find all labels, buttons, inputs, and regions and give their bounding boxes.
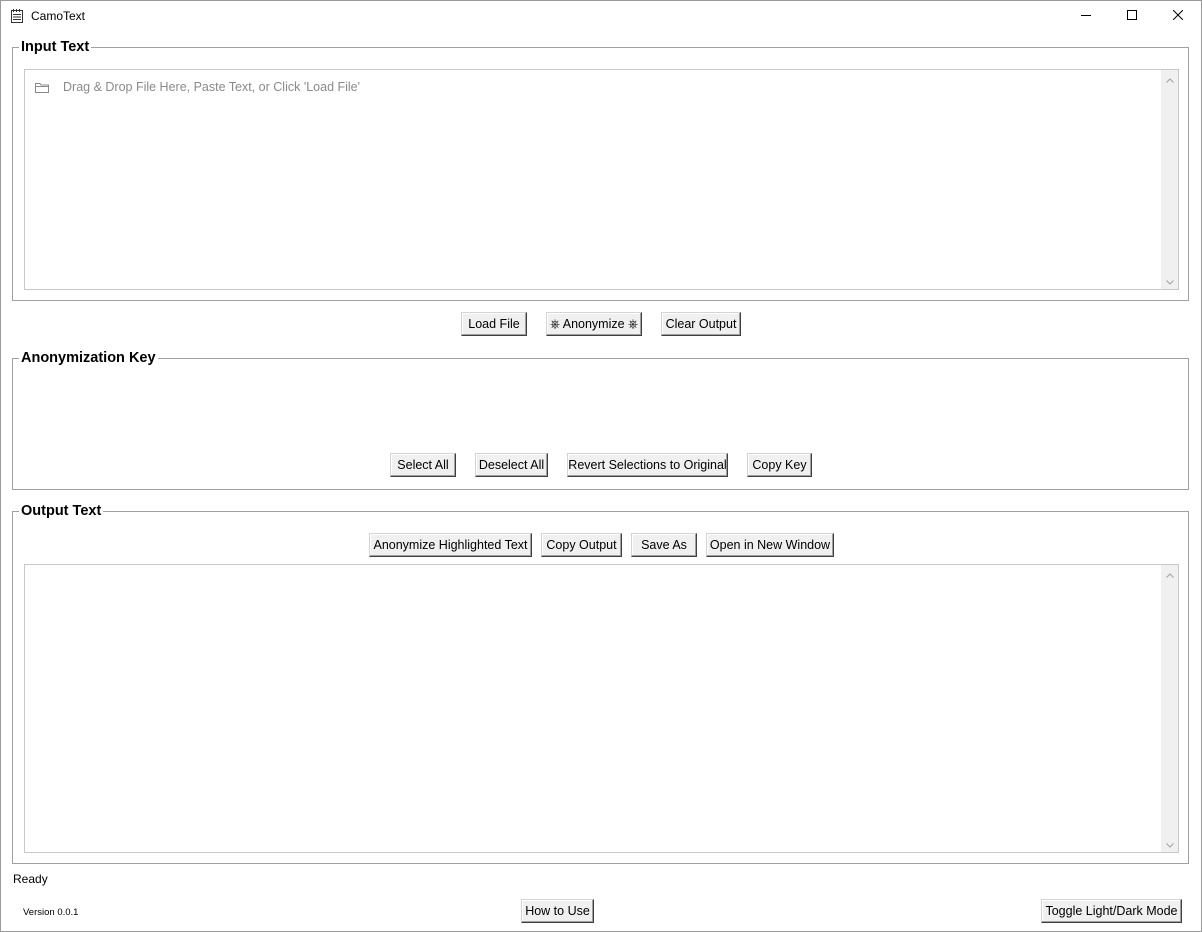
output-scrollbar[interactable] [1161,565,1178,852]
how-to-use-button[interactable]: How to Use [521,899,594,923]
window-title: CamoText [31,9,86,23]
output-text-group: Output Text [12,501,1189,864]
version-label: Version 0.0.1 [23,907,79,918]
close-icon [1172,9,1184,23]
title-bar: CamoText [1,1,1201,31]
copy-key-button[interactable]: Copy Key [747,453,812,477]
input-textarea[interactable]: Drag & Drop File Here, Paste Text, or Cl… [24,69,1179,290]
maximize-icon [1127,9,1137,23]
chevron-down-icon [1165,837,1174,851]
app-notepad-icon [11,9,23,23]
scroll-down-arrow[interactable] [1161,272,1178,289]
chevron-up-icon [1165,72,1174,86]
output-text-title: Output Text [19,501,104,521]
status-text: Ready [13,872,48,886]
chevron-up-icon [1165,567,1174,581]
input-text-title: Input Text [19,37,92,57]
maximize-button[interactable] [1109,1,1155,31]
clear-output-button[interactable]: Clear Output [661,312,741,336]
close-button[interactable] [1155,1,1201,31]
chevron-down-icon [1165,274,1174,288]
deselect-all-button[interactable]: Deselect All [475,453,548,477]
scroll-up-arrow[interactable] [1161,565,1178,582]
minimize-icon [1081,9,1091,23]
input-text-group: Input Text Drag & Drop File Here, Paste … [12,37,1189,301]
anonymize-button[interactable]: ⎈ Anonymize ⎈ [546,312,642,336]
scroll-up-arrow[interactable] [1161,70,1178,87]
input-placeholder: Drag & Drop File Here, Paste Text, or Cl… [63,80,361,94]
anonymization-key-title: Anonymization Key [19,348,158,368]
toggle-mode-button[interactable]: Toggle Light/Dark Mode [1041,899,1182,923]
anonymize-highlighted-button[interactable]: Anonymize Highlighted Text [369,533,532,557]
output-textarea[interactable] [24,564,1179,853]
revert-selections-button[interactable]: Revert Selections to Original [567,453,728,477]
scroll-down-arrow[interactable] [1161,835,1178,852]
copy-output-button[interactable]: Copy Output [541,533,622,557]
load-file-button[interactable]: Load File [461,312,527,336]
select-all-button[interactable]: Select All [390,453,456,477]
save-as-button[interactable]: Save As [631,533,697,557]
app-window: CamoText Input Text Drag & Drop File Her… [0,0,1202,932]
minimize-button[interactable] [1063,1,1109,31]
open-new-window-button[interactable]: Open in New Window [706,533,834,557]
input-scrollbar[interactable] [1161,70,1178,289]
folder-icon [35,82,49,93]
